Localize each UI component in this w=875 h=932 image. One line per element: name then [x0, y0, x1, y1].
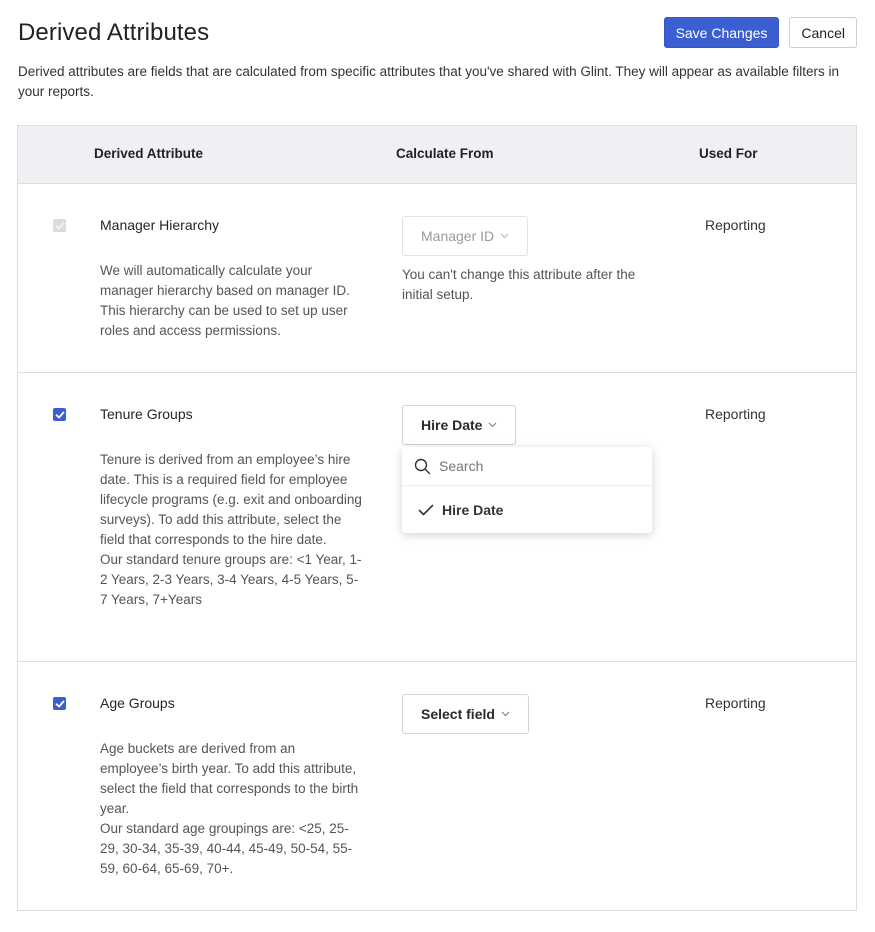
standard-groups-text: Our standard age groupings are: <25, 25-… — [100, 821, 353, 876]
table-row-manager-hierarchy: Manager Hierarchy We will automatically … — [18, 184, 856, 373]
chevron-down-icon — [489, 422, 497, 428]
checkmark-icon — [55, 222, 64, 229]
used-for-value: Reporting — [705, 695, 766, 711]
attribute-description: Tenure is derived from an employee’s hir… — [100, 450, 362, 610]
hire-date-select[interactable]: Hire Date — [402, 405, 517, 445]
manager-hierarchy-checkbox — [53, 219, 66, 232]
checkmark-icon — [55, 411, 64, 418]
used-for-value: Reporting — [705, 406, 766, 422]
dropdown-search-input[interactable] — [439, 458, 619, 474]
page-title: Derived Attributes — [18, 19, 210, 46]
column-header-derived-attribute: Derived Attribute — [94, 146, 204, 161]
table-row-tenure-groups: Tenure Groups Tenure is derived from an … — [18, 373, 856, 662]
select-value: Select field — [421, 706, 495, 722]
chevron-down-icon — [500, 233, 509, 239]
select-value: Hire Date — [421, 417, 483, 433]
option-label: Hire Date — [442, 501, 504, 518]
dropdown-search — [402, 447, 652, 486]
dropdown-option-hire-date[interactable]: Hire Date — [402, 486, 652, 533]
standard-groups-text: Our standard tenure groups are: <1 Year,… — [100, 552, 362, 607]
age-groups-checkbox[interactable] — [53, 697, 66, 710]
derived-attributes-table: Derived Attribute Calculate From Used Fo… — [17, 125, 857, 911]
table-row-age-groups: Age Groups Age buckets are derived from … — [18, 662, 856, 910]
select-value: Manager ID — [421, 228, 495, 244]
description-text: Age buckets are derived from an employee… — [100, 741, 359, 816]
calculate-from-note: You can't change this attribute after th… — [402, 267, 636, 302]
chevron-down-icon — [501, 711, 510, 717]
attribute-name: Manager Hierarchy — [100, 217, 220, 233]
attribute-name: Tenure Groups — [100, 406, 193, 422]
page-description: Derived attributes are fields that are c… — [18, 64, 839, 99]
column-header-used-for: Used For — [699, 146, 758, 161]
search-icon — [414, 458, 431, 474]
header-actions: Save Changes Cancel — [663, 17, 857, 48]
save-changes-button[interactable]: Save Changes — [663, 17, 780, 48]
manager-id-select: Manager ID — [402, 216, 529, 256]
column-header-calculate-from: Calculate From — [396, 146, 494, 161]
select-field-dropdown[interactable]: Select field — [402, 694, 529, 734]
table-header: Derived Attribute Calculate From Used Fo… — [18, 126, 856, 184]
check-icon — [418, 504, 434, 515]
checkmark-icon — [55, 700, 64, 707]
description-text: Tenure is derived from an employee’s hir… — [100, 452, 362, 547]
tenure-groups-checkbox[interactable] — [53, 408, 66, 421]
used-for-value: Reporting — [705, 217, 766, 233]
attribute-description: We will automatically calculate your man… — [100, 263, 350, 338]
attribute-description: Age buckets are derived from an employee… — [100, 739, 362, 879]
calculate-from-dropdown-menu: Hire Date — [402, 447, 652, 533]
cancel-button[interactable]: Cancel — [789, 17, 857, 48]
attribute-name: Age Groups — [100, 695, 175, 711]
